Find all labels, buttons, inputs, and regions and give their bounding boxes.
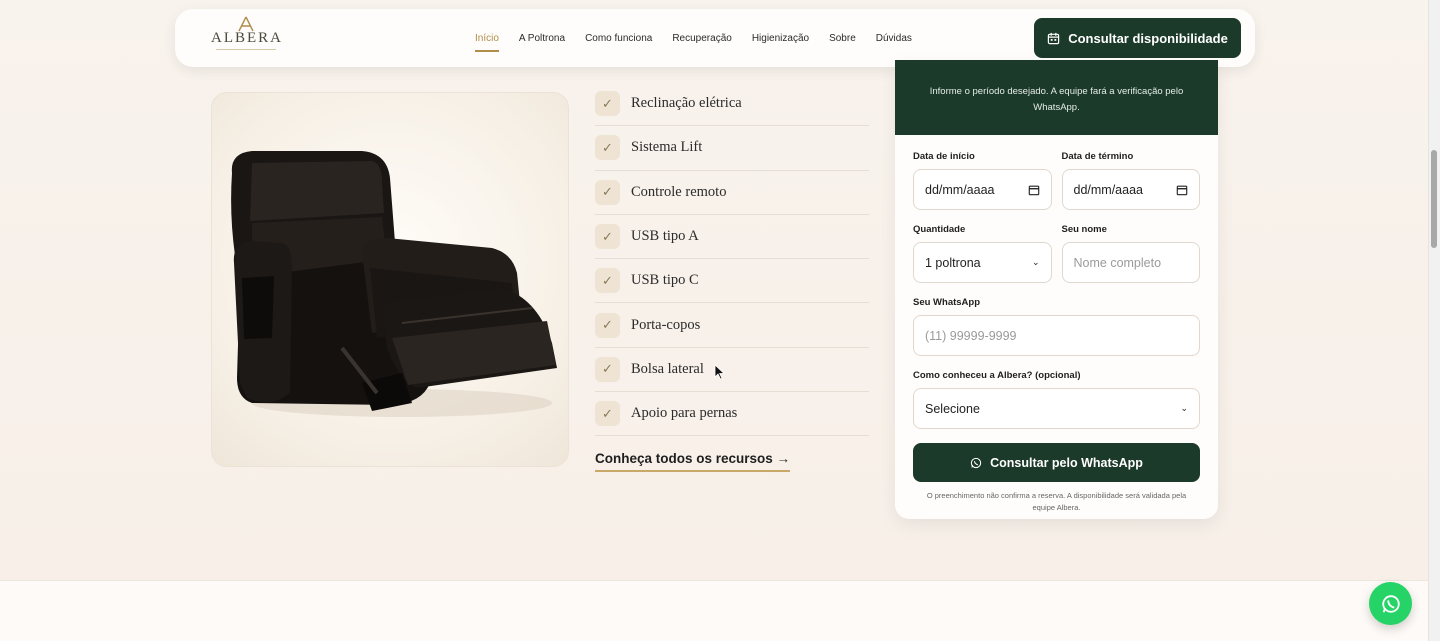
availability-form-card: Informe o período desejado. A equipe far…: [895, 60, 1218, 519]
nav-item-duvidas[interactable]: Dúvidas: [876, 29, 912, 48]
chevron-down-icon: ⌄: [1180, 403, 1188, 413]
nav-item-inicio[interactable]: Início: [475, 29, 499, 52]
chevron-down-icon: ⌄: [1031, 257, 1040, 267]
check-icon: ✓: [595, 224, 620, 250]
check-icon: ✓: [595, 312, 620, 338]
list-item: ✓ Porta-copos: [595, 303, 869, 348]
start-date-input[interactable]: dd/mm/aaaa: [913, 169, 1052, 210]
form-disclaimer: O preenchimento não confirma a reserva. …: [926, 491, 1187, 512]
next-section: [0, 580, 1428, 641]
calendar-icon[interactable]: [1176, 184, 1188, 196]
brand-logo[interactable]: ALBERA: [211, 16, 281, 62]
product-image-card: [211, 92, 569, 467]
whatsapp-icon: [1381, 594, 1400, 613]
check-availability-button[interactable]: Consultar disponibilidade: [1034, 18, 1241, 58]
nav-item-como-funciona[interactable]: Como funciona: [585, 29, 652, 48]
calendar-icon: [1047, 32, 1060, 44]
quantity-select[interactable]: 1 poltrona ⌄: [913, 242, 1052, 283]
source-select[interactable]: Selecione ⌄: [913, 388, 1200, 429]
feature-label: USB tipo A: [631, 228, 699, 245]
name-input[interactable]: Nome completo: [1061, 242, 1200, 283]
form-header: Informe o período desejado. A equipe far…: [895, 60, 1218, 135]
source-value: Selecione: [925, 401, 980, 416]
feature-list: ✓ Reclinação elétrica ✓ Sistema Lift ✓ C…: [595, 82, 869, 437]
quantity-label: Quantidade: [913, 224, 966, 235]
name-label: Seu nome: [1061, 224, 1107, 235]
scrollbar-thumb[interactable]: [1431, 150, 1437, 248]
end-date-value: dd/mm/aaaa: [1073, 182, 1143, 197]
feature-label: Porta-copos: [631, 316, 701, 333]
whatsapp-placeholder: (11) 99999-9999: [925, 328, 1017, 343]
list-item: ✓ USB tipo C: [595, 259, 869, 304]
whatsapp-submit-label: Consultar pelo WhatsApp: [990, 455, 1143, 470]
whatsapp-input[interactable]: (11) 99999-9999: [913, 315, 1200, 356]
source-label: Como conheceu a Albera? (opcional): [913, 370, 1081, 381]
quantity-value: 1 poltrona: [925, 255, 981, 270]
feature-label: Apoio para pernas: [631, 405, 738, 422]
recliner-chair-image: [231, 151, 557, 417]
check-icon: ✓: [595, 135, 620, 161]
whatsapp-float-button[interactable]: [1369, 582, 1412, 625]
start-date-label: Data de início: [913, 151, 975, 162]
page-scrollbar[interactable]: [1428, 0, 1440, 641]
end-date-label: Data de término: [1061, 151, 1134, 162]
check-icon: ✓: [595, 91, 620, 117]
list-item: ✓ Apoio para pernas: [595, 392, 869, 437]
list-item: ✓ Controle remoto: [595, 171, 869, 215]
nav-item-higienizacao[interactable]: Higienização: [752, 29, 809, 48]
list-item: ✓ Reclinação elétrica: [595, 82, 869, 127]
list-item: ✓ Sistema Lift: [595, 126, 869, 171]
feature-label: USB tipo C: [631, 272, 699, 289]
name-placeholder: Nome completo: [1073, 255, 1162, 270]
mouse-cursor-icon: [714, 364, 725, 380]
end-date-input[interactable]: dd/mm/aaaa: [1061, 169, 1200, 210]
check-icon: ✓: [595, 401, 620, 427]
nav-item-a-poltrona[interactable]: A Poltrona: [519, 29, 565, 48]
main-nav: Início A Poltrona Como funciona Recupera…: [475, 9, 912, 67]
list-item: ✓ Bolsa lateral: [595, 348, 869, 393]
whatsapp-label: Seu WhatsApp: [913, 297, 981, 308]
whatsapp-icon: [970, 457, 982, 468]
form-intro: Informe o período desejado. A equipe far…: [929, 86, 1184, 113]
nav-item-recuperacao[interactable]: Recuperação: [672, 29, 731, 48]
logo-underline: [216, 49, 276, 50]
check-availability-label: Consultar disponibilidade: [1068, 30, 1228, 46]
brand-name: ALBERA: [211, 30, 283, 46]
nav-item-sobre[interactable]: Sobre: [829, 29, 856, 48]
feature-label: Controle remoto: [631, 183, 727, 200]
check-icon: ✓: [595, 268, 620, 294]
availability-form: Data de início dd/mm/aaaa Data de términ…: [895, 135, 1218, 514]
feature-label: Bolsa lateral: [631, 360, 704, 377]
all-features-link[interactable]: Conheça todos os recursos →: [595, 451, 791, 472]
whatsapp-submit-button[interactable]: Consultar pelo WhatsApp: [913, 443, 1200, 482]
feature-label: Reclinação elétrica: [631, 95, 742, 112]
calendar-icon[interactable]: [1028, 184, 1040, 196]
feature-label: Sistema Lift: [631, 139, 703, 156]
site-header: ALBERA Início A Poltrona Como funciona R…: [175, 9, 1255, 67]
check-icon: ✓: [595, 356, 620, 382]
start-date-value: dd/mm/aaaa: [925, 182, 995, 197]
list-item: ✓ USB tipo A: [595, 215, 869, 260]
check-icon: ✓: [595, 179, 620, 205]
